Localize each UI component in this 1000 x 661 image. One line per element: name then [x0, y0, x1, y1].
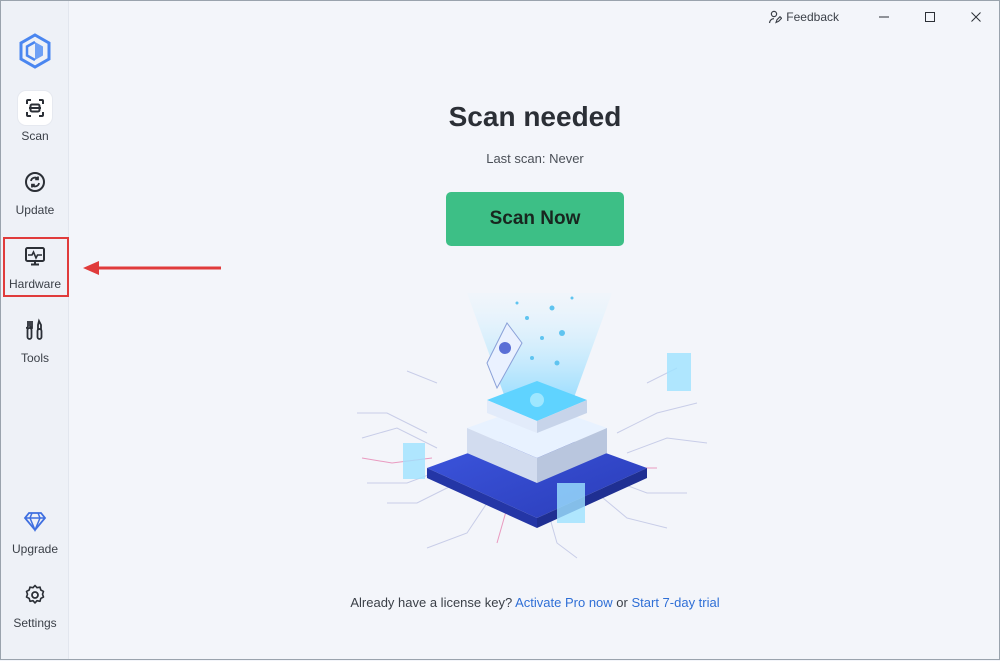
sidebar-item-upgrade[interactable]: Upgrade — [3, 504, 67, 562]
or-text: or — [616, 595, 628, 610]
diamond-icon — [18, 504, 52, 538]
scan-icon — [18, 91, 52, 125]
sidebar-item-scan[interactable]: Scan — [3, 91, 67, 149]
scan-illustration — [357, 293, 708, 559]
tools-icon — [18, 313, 52, 347]
app-window: Scan Update Hardware Tools Upgrade Setti… — [0, 0, 1000, 660]
sidebar-item-label: Tools — [20, 351, 49, 365]
app-logo-icon — [19, 33, 51, 69]
activate-pro-link[interactable]: Activate Pro now — [515, 595, 613, 610]
start-trial-link[interactable]: Start 7-day trial — [631, 595, 719, 610]
hardware-highlight-box — [3, 237, 69, 297]
license-footer: Already have a license key? Activate Pro… — [69, 595, 1000, 610]
scan-now-button[interactable]: Scan Now — [446, 192, 624, 246]
license-prompt: Already have a license key? — [350, 595, 513, 610]
sidebar-item-update[interactable]: Update — [3, 165, 67, 223]
sidebar: Scan Update Hardware Tools Upgrade Setti… — [1, 1, 69, 659]
sidebar-item-tools[interactable]: Tools — [3, 313, 67, 371]
sidebar-item-label: Update — [15, 203, 55, 217]
last-scan-text: Last scan: Never — [486, 151, 584, 166]
sidebar-item-label: Scan — [21, 129, 49, 143]
update-icon — [18, 165, 52, 199]
sidebar-item-label: Settings — [13, 616, 57, 630]
sidebar-item-settings[interactable]: Settings — [3, 578, 67, 636]
main-content: Scan needed Last scan: Never Scan Now Al… — [69, 1, 1000, 661]
sidebar-item-label: Upgrade — [11, 542, 59, 556]
page-title: Scan needed — [448, 101, 622, 132]
gear-icon — [18, 578, 52, 612]
